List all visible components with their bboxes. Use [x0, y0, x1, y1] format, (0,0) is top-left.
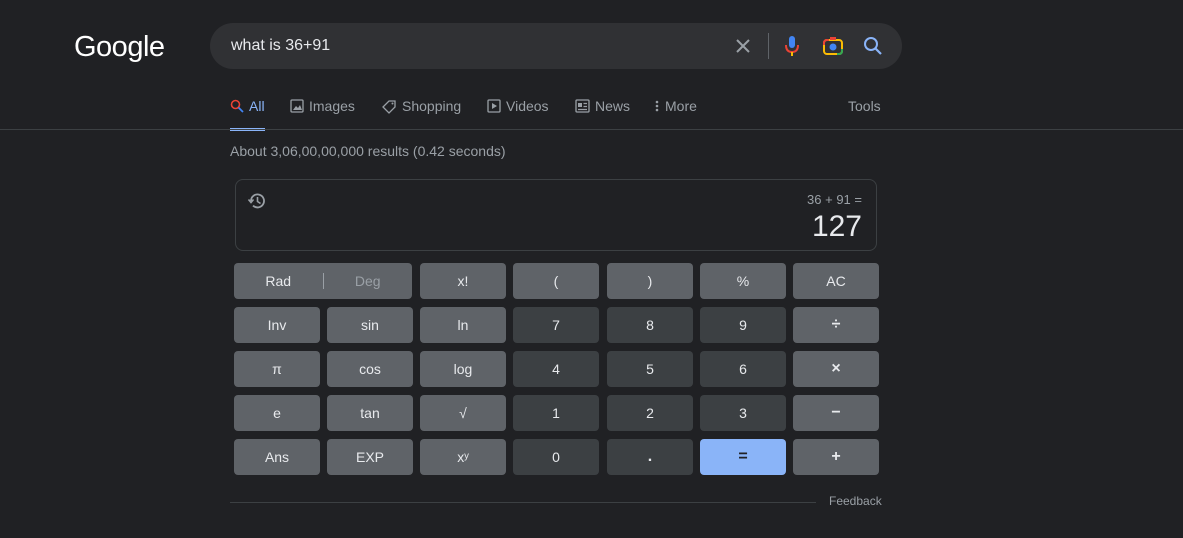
log-key[interactable]: log: [420, 351, 506, 387]
sqrt-key[interactable]: √: [420, 395, 506, 431]
answer-key[interactable]: Ans: [234, 439, 320, 475]
digit-0-key[interactable]: 0: [513, 439, 599, 475]
search-icon: [230, 99, 244, 113]
exp-key[interactable]: EXP: [327, 439, 413, 475]
tools-button[interactable]: Tools: [848, 98, 881, 114]
percent-key[interactable]: %: [700, 263, 786, 299]
close-paren-key[interactable]: ): [607, 263, 693, 299]
feedback-link[interactable]: Feedback: [829, 494, 882, 508]
subtract-key[interactable]: −: [793, 395, 879, 431]
sin-key[interactable]: sin: [327, 307, 413, 343]
more-vert-icon: [655, 100, 659, 112]
calculator-display: 36 + 91 = 127: [235, 179, 877, 251]
tab-videos[interactable]: Videos: [487, 96, 549, 131]
tab-shopping[interactable]: Shopping: [382, 96, 461, 131]
search-tabs: All Images Shopping Videos News More: [230, 96, 890, 131]
history-icon[interactable]: [247, 191, 267, 216]
tab-label: Images: [309, 98, 355, 114]
factorial-key[interactable]: x!: [420, 263, 506, 299]
digit-6-key[interactable]: 6: [700, 351, 786, 387]
result-stats: About 3,06,00,00,000 results (0.42 secon…: [230, 143, 506, 159]
tab-label: All: [249, 98, 265, 114]
rad-button[interactable]: Rad: [234, 273, 323, 289]
cos-key[interactable]: cos: [327, 351, 413, 387]
search-box[interactable]: what is 36+91: [210, 23, 902, 69]
deg-button[interactable]: Deg: [324, 273, 413, 289]
clear-icon[interactable]: [731, 34, 755, 58]
rad-deg-toggle[interactable]: Rad Deg: [234, 263, 412, 299]
search-input[interactable]: what is 36+91: [231, 37, 330, 55]
microphone-icon[interactable]: [780, 34, 804, 58]
euler-key[interactable]: e: [234, 395, 320, 431]
tab-images[interactable]: Images: [290, 96, 355, 131]
tag-icon: [382, 100, 396, 114]
news-icon: [575, 99, 590, 113]
digit-4-key[interactable]: 4: [513, 351, 599, 387]
digit-3-key[interactable]: 3: [700, 395, 786, 431]
pi-key[interactable]: π: [234, 351, 320, 387]
search-divider: [768, 33, 769, 59]
digit-1-key[interactable]: 1: [513, 395, 599, 431]
equals-key[interactable]: =: [700, 439, 786, 475]
power-key[interactable]: xʸ: [420, 439, 506, 475]
google-logo[interactable]: Google: [74, 31, 165, 64]
digit-5-key[interactable]: 5: [607, 351, 693, 387]
tan-key[interactable]: tan: [327, 395, 413, 431]
decimal-key[interactable]: .: [607, 439, 693, 475]
divide-key[interactable]: ÷: [793, 307, 879, 343]
tab-label: News: [595, 98, 631, 114]
ln-key[interactable]: ln: [420, 307, 506, 343]
digit-9-key[interactable]: 9: [700, 307, 786, 343]
image-icon: [290, 99, 304, 113]
camera-lens-icon[interactable]: [821, 34, 845, 58]
tab-all[interactable]: All: [230, 96, 265, 131]
digit-2-key[interactable]: 2: [607, 395, 693, 431]
tab-label: Shopping: [402, 98, 462, 114]
tab-more[interactable]: More: [654, 96, 697, 131]
multiply-key[interactable]: ×: [793, 351, 879, 387]
calc-expression: 36 + 91 =: [807, 192, 862, 207]
tab-news[interactable]: News: [575, 96, 630, 131]
calculator-footer-divider: [230, 502, 816, 503]
open-paren-key[interactable]: (: [513, 263, 599, 299]
video-icon: [487, 99, 501, 113]
tabs-divider: [0, 129, 1183, 130]
calc-result: 127: [811, 210, 862, 243]
all-clear-key[interactable]: AC: [793, 263, 879, 299]
add-key[interactable]: +: [793, 439, 879, 475]
digit-8-key[interactable]: 8: [607, 307, 693, 343]
digit-7-key[interactable]: 7: [513, 307, 599, 343]
tab-label: More: [665, 98, 697, 114]
tab-label: Videos: [506, 98, 549, 114]
search-icon[interactable]: [861, 34, 885, 58]
inverse-key[interactable]: Inv: [234, 307, 320, 343]
